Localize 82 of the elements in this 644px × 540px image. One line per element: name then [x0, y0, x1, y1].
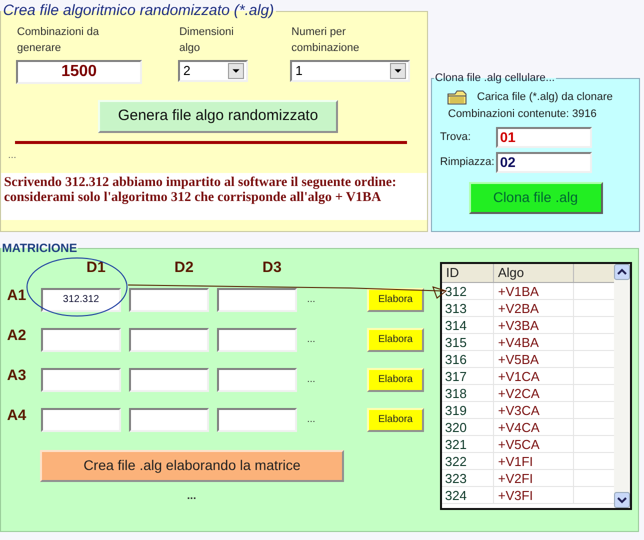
table-cell: +V2BA	[494, 300, 574, 316]
table-cell: 313	[442, 300, 494, 316]
table-cell: 319	[442, 402, 494, 418]
folder-icon[interactable]	[447, 88, 467, 105]
table-cell: 314	[442, 317, 494, 333]
field-label: Trova:	[440, 130, 472, 145]
table-cell: +V3BA	[494, 317, 574, 333]
matrix-cell[interactable]	[41, 368, 121, 392]
table-cell: +V1CA	[494, 368, 574, 384]
table-cell: +V3CA	[494, 402, 574, 418]
row-label: A2	[7, 326, 28, 346]
matrix-cell[interactable]	[41, 408, 121, 432]
table-cell: +V2FI	[494, 470, 574, 486]
table-cell: 315	[442, 334, 494, 350]
table-cell: +V2CA	[494, 385, 574, 401]
input-field[interactable]: 01	[496, 126, 592, 148]
row-label: A1	[7, 286, 28, 306]
table-cell: 312	[442, 283, 494, 299]
table-cell: 322	[442, 453, 494, 469]
table-cell: +V5BA	[494, 351, 574, 367]
table-cell: +V5CA	[494, 436, 574, 452]
process-button[interactable]: Elabora	[367, 368, 424, 392]
matrix-cell[interactable]	[129, 288, 209, 312]
input-field[interactable]: 1500	[16, 60, 142, 84]
dropdown[interactable]: 1	[290, 60, 410, 82]
column-header: D1	[85, 258, 107, 278]
process-button[interactable]: Elabora	[367, 328, 424, 352]
more-text: ...	[307, 293, 316, 307]
table-cell: 317	[442, 368, 494, 384]
dropdown[interactable]: 2	[178, 60, 248, 82]
matrix-cell[interactable]	[217, 368, 297, 392]
row-label: A4	[7, 406, 28, 426]
table-cell: 318	[442, 385, 494, 401]
generate-button[interactable]: Genera file algo randomizzato	[98, 100, 338, 132]
caret-icon	[390, 62, 406, 78]
table-cell: +V3FI	[494, 487, 574, 503]
matrix-cell[interactable]	[217, 288, 297, 312]
table-cell: 323	[442, 470, 494, 486]
caret-icon	[228, 62, 244, 78]
note-text: Scrivendo 312.312 abbiamo impartito al software il seguente ordine: considerami solo l'algoritmo 312 che corrisponde all'algo + V1BA	[4, 174, 398, 204]
matrix-cell[interactable]	[41, 328, 121, 352]
more-text: ...	[307, 333, 316, 347]
table-cell: +V4BA	[494, 334, 574, 350]
scrollbar[interactable]	[614, 264, 630, 508]
field-label: Combinazioni da generare	[16, 24, 100, 56]
process-button[interactable]: Elabora	[367, 408, 424, 432]
matrix-cell[interactable]: 312.312	[41, 288, 121, 312]
column-header[interactable]: ID	[442, 264, 494, 282]
field-label: Dimensioni algo	[178, 24, 235, 56]
table-cell: 321	[442, 436, 494, 452]
process-button[interactable]: Elabora	[367, 288, 424, 312]
column-header: D3	[261, 258, 283, 278]
load-link[interactable]: Carica file (*.alg) da clonare	[477, 88, 613, 105]
matrix-cell[interactable]	[217, 328, 297, 352]
create-button[interactable]: Crea file .alg elaborando la matrice	[40, 450, 344, 482]
table-cell: 324	[442, 487, 494, 503]
status-text: ...	[186, 488, 198, 504]
table-cell: 316	[442, 351, 494, 367]
input-field[interactable]: 02	[496, 152, 592, 172]
clone-button[interactable]: Clona file .alg	[468, 182, 602, 214]
column-header: D2	[173, 258, 195, 278]
section-title: Clona file .alg cellulare...	[434, 71, 556, 86]
matrix-cell[interactable]	[129, 328, 209, 352]
table-cell: +V1BA	[494, 283, 574, 299]
table-cell: +V1FI	[494, 453, 574, 469]
column-header[interactable]: Algo	[494, 264, 574, 282]
section-title: Crea file algoritmico randomizzato (*.alg)	[2, 1, 275, 21]
count-text: Combinazioni contenute: 3916	[447, 107, 598, 122]
field-label: Numeri per combinazione	[290, 24, 360, 56]
status-text: ...	[8, 148, 18, 162]
table-cell: +V4CA	[494, 419, 574, 435]
matrix-cell[interactable]	[129, 368, 209, 392]
more-text: ...	[307, 413, 316, 427]
row-label: A3	[7, 366, 28, 386]
matrix-cell[interactable]	[217, 408, 297, 432]
field-label: Rimpiazza:	[440, 154, 496, 170]
scroll-up-icon[interactable]	[614, 264, 630, 280]
table-cell: 320	[442, 419, 494, 435]
matrix-cell[interactable]	[129, 408, 209, 432]
section-title: MATRICIONE	[1, 240, 78, 257]
more-text: ...	[307, 373, 316, 387]
scroll-down-icon[interactable]	[614, 492, 630, 508]
